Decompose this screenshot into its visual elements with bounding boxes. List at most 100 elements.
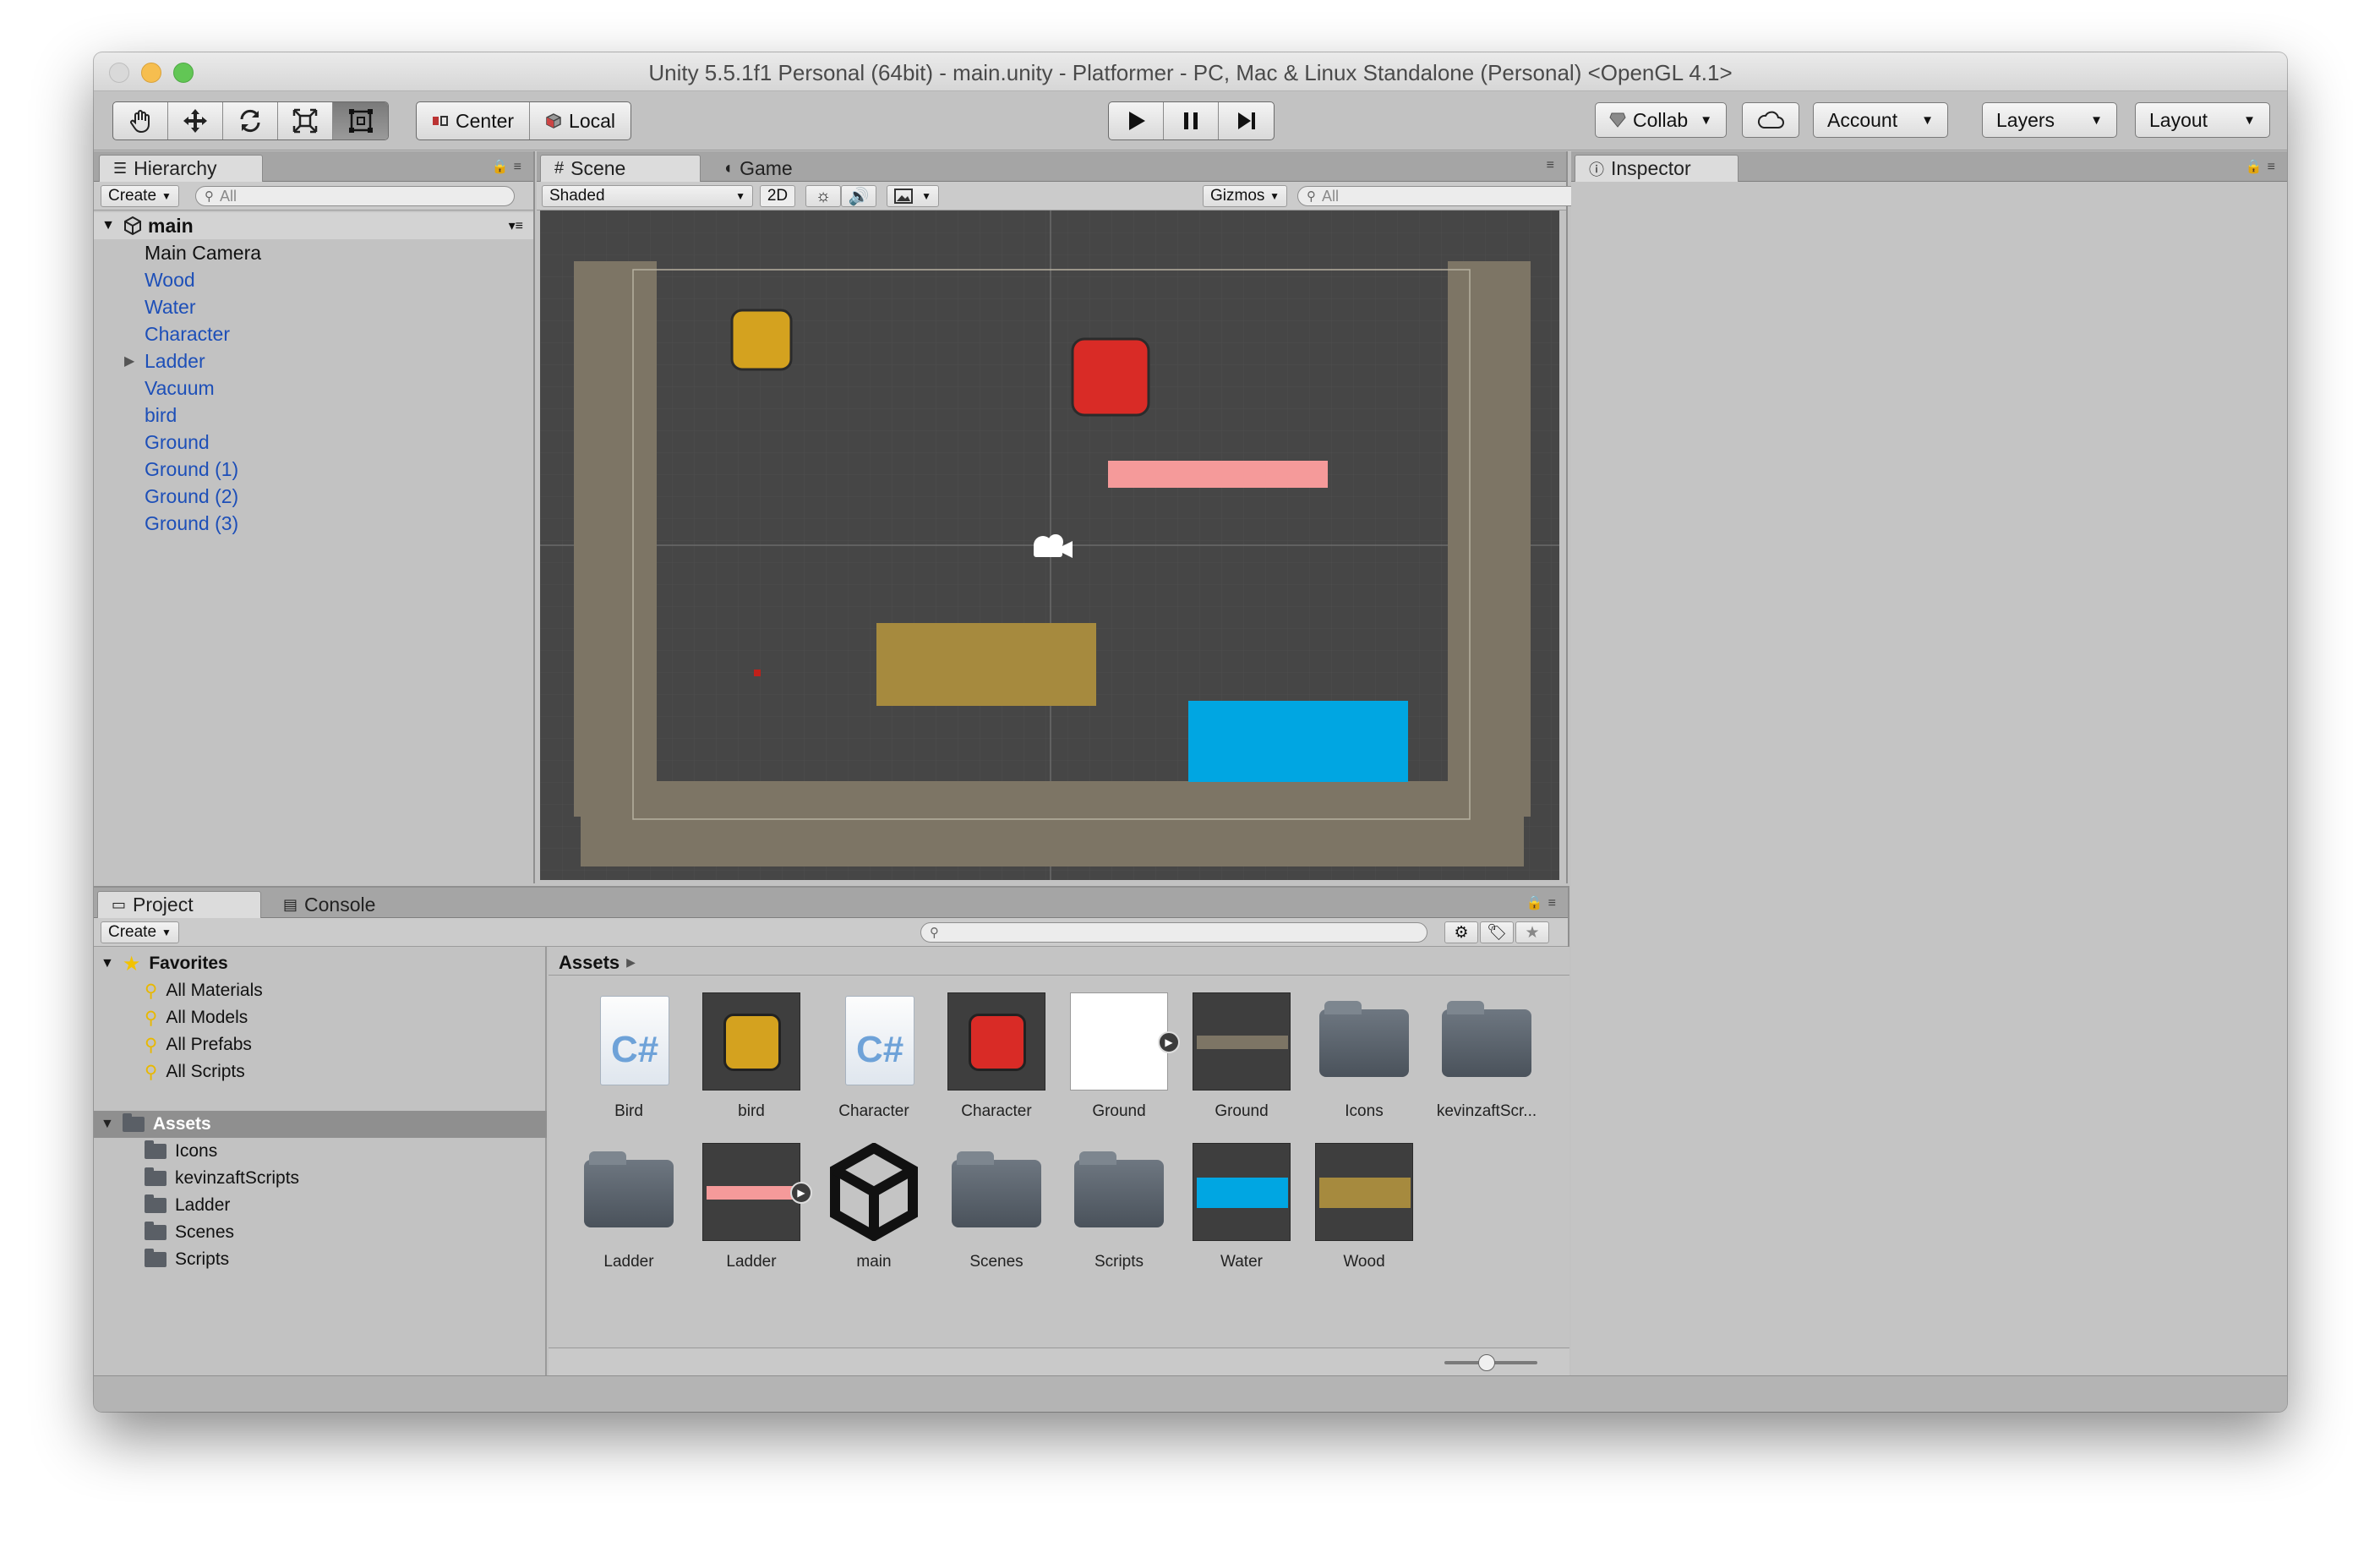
- scene-audio-toggle[interactable]: 🔊: [841, 185, 876, 207]
- hierarchy-create-dropdown[interactable]: Create ▼: [101, 185, 179, 207]
- asset-folder-row[interactable]: Scripts: [145, 1246, 229, 1273]
- step-button[interactable]: [1219, 102, 1274, 139]
- asset-item[interactable]: Character: [942, 992, 1051, 1121]
- layers-dropdown[interactable]: Layers ▼: [1982, 102, 2117, 138]
- asset-item[interactable]: Wood: [1309, 1143, 1419, 1271]
- panel-menu-icons[interactable]: 🔒≡: [492, 158, 527, 175]
- bird-sprite[interactable]: [730, 309, 793, 371]
- filter-by-label-button[interactable]: 🏷: [1480, 921, 1514, 943]
- gizmos-dropdown[interactable]: Gizmos ▼: [1203, 185, 1287, 207]
- hierarchy-search-input[interactable]: ⚲ All: [195, 186, 515, 206]
- expand-triangle-icon[interactable]: ▼: [101, 1117, 114, 1132]
- filter-by-type-button[interactable]: ⚙: [1444, 921, 1478, 943]
- scene-lighting-toggle[interactable]: ☼: [805, 185, 841, 207]
- collab-dropdown[interactable]: Collab ▼: [1595, 102, 1727, 138]
- pivot-center-button[interactable]: Center: [417, 102, 531, 139]
- pacman-icon: ◖: [723, 158, 734, 178]
- scene-root-row[interactable]: ▼ main ▾≡: [94, 212, 533, 239]
- hierarchy-item[interactable]: Wood: [94, 266, 533, 293]
- panel-menu-icons[interactable]: 🔒≡: [2246, 158, 2280, 175]
- character-sprite[interactable]: [1071, 337, 1150, 417]
- scale-tool-button[interactable]: [278, 102, 333, 139]
- account-dropdown[interactable]: Account ▼: [1813, 102, 1948, 138]
- asset-item[interactable]: ▶ Ground: [1064, 992, 1180, 1121]
- tab-console[interactable]: ▤ Console: [270, 891, 405, 918]
- asset-item[interactable]: C# Character: [819, 992, 929, 1121]
- project-create-dropdown[interactable]: Create ▼: [101, 921, 179, 943]
- expand-arrow-icon[interactable]: ▶: [1158, 1031, 1180, 1053]
- expand-arrow-icon[interactable]: ▶: [790, 1182, 812, 1204]
- wood-sprite[interactable]: [876, 623, 1096, 706]
- favorite-item[interactable]: ⚲ All Scripts: [145, 1058, 245, 1085]
- scene-viewport[interactable]: [540, 210, 1559, 880]
- expand-triangle-icon[interactable]: ▼: [101, 956, 114, 971]
- asset-item[interactable]: bird: [696, 992, 806, 1121]
- 2d-mode-toggle[interactable]: 2D: [760, 185, 795, 207]
- hierarchy-item[interactable]: Ground (2): [94, 483, 533, 510]
- type-filter-icon: ⚙: [1454, 923, 1469, 942]
- asset-item[interactable]: main: [819, 1142, 929, 1271]
- asset-label: Ground: [1215, 1102, 1269, 1120]
- asset-item[interactable]: Ground: [1187, 992, 1296, 1121]
- icon-size-slider-thumb[interactable]: [1478, 1354, 1495, 1371]
- hierarchy-item[interactable]: Vacuum: [94, 374, 533, 402]
- pivot-local-button[interactable]: Local: [530, 102, 630, 139]
- tab-project[interactable]: ▭ Project: [97, 891, 261, 918]
- hierarchy-item[interactable]: Main Camera: [94, 239, 533, 266]
- hierarchy-item[interactable]: bird: [94, 402, 533, 429]
- asset-folder-row[interactable]: Scenes: [145, 1219, 234, 1246]
- expand-triangle-icon[interactable]: ▼: [94, 218, 123, 233]
- hierarchy-item[interactable]: Character: [94, 320, 533, 347]
- asset-label: Ladder: [603, 1253, 654, 1271]
- ground-left-wall[interactable]: [574, 261, 657, 816]
- cloud-services-button[interactable]: [1742, 102, 1799, 138]
- asset-item[interactable]: kevinzaftScr...: [1432, 992, 1542, 1121]
- asset-item[interactable]: ▶ Ladder: [696, 1143, 812, 1271]
- pause-button[interactable]: [1164, 102, 1219, 139]
- move-tool-button[interactable]: [168, 102, 223, 139]
- favorite-item[interactable]: ⚲ All Materials: [145, 977, 263, 1004]
- ladder-sprite[interactable]: [1108, 461, 1328, 488]
- breadcrumb-assets[interactable]: Assets: [559, 952, 620, 973]
- hierarchy-item[interactable]: Ground: [94, 429, 533, 456]
- favorites-row[interactable]: ▼ ★ Favorites: [101, 950, 228, 977]
- hierarchy-item[interactable]: Ground (3): [94, 510, 533, 537]
- asset-folder-row[interactable]: Icons: [145, 1138, 217, 1165]
- asset-folder-row[interactable]: Ladder: [145, 1192, 230, 1219]
- asset-item[interactable]: Water: [1187, 1143, 1296, 1271]
- scene-effects-dropdown[interactable]: ▼: [887, 185, 939, 207]
- asset-item[interactable]: Scenes: [942, 1143, 1051, 1271]
- play-button[interactable]: [1109, 102, 1164, 139]
- panel-menu-icons[interactable]: 🔒≡: [1526, 894, 1561, 911]
- hierarchy-item[interactable]: Ground (1): [94, 456, 533, 483]
- hierarchy-item[interactable]: Water: [94, 293, 533, 320]
- hand-tool-button[interactable]: [113, 102, 168, 139]
- panel-menu-icon[interactable]: ≡: [1547, 158, 1559, 173]
- ground-right-wall[interactable]: [1448, 261, 1531, 816]
- asset-item[interactable]: C# Bird: [574, 992, 684, 1121]
- water-sprite[interactable]: [1188, 701, 1408, 782]
- asset-item[interactable]: Scripts: [1064, 1143, 1174, 1271]
- vacuum-marker[interactable]: [754, 670, 761, 676]
- assets-root-row[interactable]: ▼ Assets: [94, 1111, 547, 1138]
- favorite-item[interactable]: ⚲ All Prefabs: [145, 1031, 252, 1058]
- tab-inspector[interactable]: ⓘ Inspector: [1575, 155, 1739, 182]
- shading-mode-dropdown[interactable]: Shaded ▼: [542, 185, 753, 207]
- tab-scene[interactable]: # Scene: [540, 155, 701, 182]
- rotate-tool-button[interactable]: [223, 102, 278, 139]
- tab-hierarchy[interactable]: ☰ Hierarchy: [99, 155, 263, 182]
- tab-game[interactable]: ◖ Game: [709, 155, 836, 182]
- layout-dropdown[interactable]: Layout ▼: [2135, 102, 2270, 138]
- rect-tool-button[interactable]: [333, 102, 388, 139]
- move-arrows-icon: [183, 109, 207, 133]
- expand-triangle-icon[interactable]: ▶: [124, 353, 134, 369]
- hierarchy-item[interactable]: ▶ Ladder: [94, 347, 533, 374]
- unity-window: Unity 5.5.1f1 Personal (64bit) - main.un…: [94, 52, 2287, 1412]
- asset-item[interactable]: Icons: [1309, 992, 1419, 1121]
- save-search-button[interactable]: ★: [1515, 921, 1549, 943]
- asset-folder-row[interactable]: kevinzaftScripts: [145, 1165, 299, 1192]
- favorite-item[interactable]: ⚲ All Models: [145, 1004, 248, 1031]
- scene-options-icon[interactable]: ▾≡: [509, 217, 523, 234]
- project-search-input[interactable]: ⚲: [920, 922, 1427, 943]
- asset-item[interactable]: Ladder: [574, 1143, 684, 1271]
